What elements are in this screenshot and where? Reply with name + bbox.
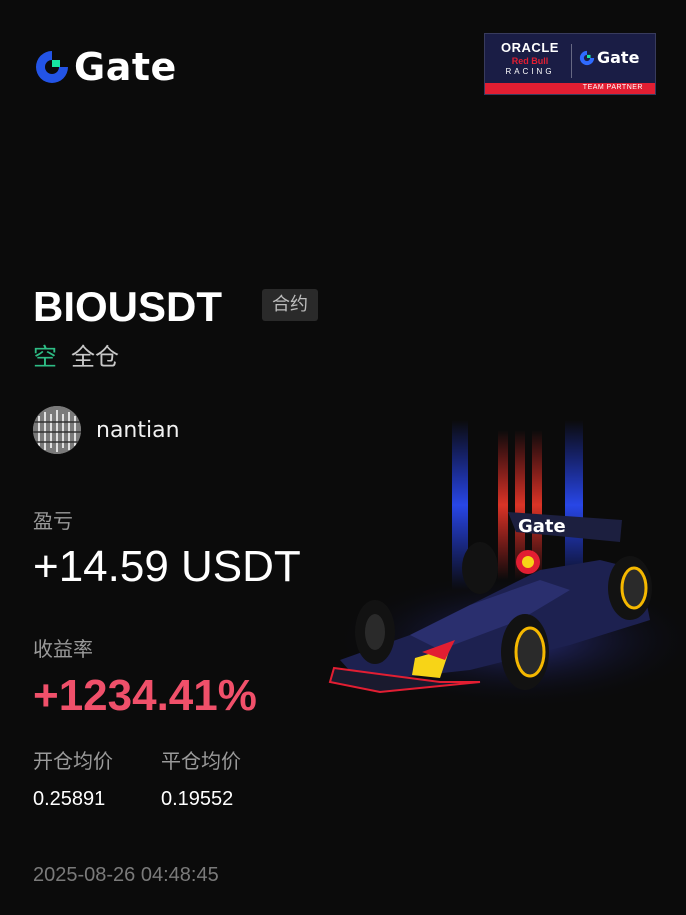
trading-pair: BIOUSDT bbox=[33, 283, 222, 330]
gate-logo-text: Gate bbox=[74, 45, 177, 89]
avatar bbox=[33, 406, 81, 454]
partner-divider bbox=[571, 44, 572, 78]
partner-line3: RACING bbox=[505, 67, 555, 76]
redbull-racing-logo: ORACLE Red Bull RACING bbox=[493, 40, 567, 76]
position-direction: 空 bbox=[33, 343, 57, 371]
partner-line2: Red Bull bbox=[511, 56, 549, 66]
roi-label: 收益率 bbox=[33, 637, 93, 661]
partner-badge: ORACLE Red Bull RACING Gate TEAM PARTNER bbox=[484, 33, 656, 95]
open-price-label: 开仓均价 bbox=[33, 749, 113, 773]
partner-tag-bar: TEAM PARTNER bbox=[485, 83, 655, 94]
partner-gate-text: Gate bbox=[597, 48, 640, 67]
partner-tag: TEAM PARTNER bbox=[582, 84, 643, 91]
gate-logo: Gate bbox=[34, 48, 177, 86]
partner-gate-logo: Gate bbox=[579, 48, 639, 67]
avatar-image bbox=[33, 406, 81, 454]
pnl-value: +14.59 USDT bbox=[33, 542, 301, 591]
roi-value: +1234.41% bbox=[33, 671, 257, 720]
f1-car-illustration: Gate bbox=[328, 420, 686, 710]
open-price-value: 0.25891 bbox=[33, 788, 106, 810]
timestamp: 2025-08-26 04:48:45 bbox=[33, 864, 219, 886]
pnl-label: 盈亏 bbox=[33, 509, 73, 533]
gate-logo-icon bbox=[36, 51, 68, 83]
position-side: 空全仓 bbox=[33, 342, 119, 372]
close-price-value: 0.19552 bbox=[161, 788, 234, 810]
partner-line1: ORACLE bbox=[501, 40, 559, 55]
close-price-label: 平仓均价 bbox=[161, 749, 241, 773]
contract-type-badge: 合约 bbox=[262, 289, 318, 321]
car-livery-text: Gate bbox=[518, 516, 566, 537]
margin-mode: 全仓 bbox=[71, 343, 119, 371]
gate-small-icon bbox=[579, 50, 595, 65]
username: nantian bbox=[96, 418, 180, 443]
